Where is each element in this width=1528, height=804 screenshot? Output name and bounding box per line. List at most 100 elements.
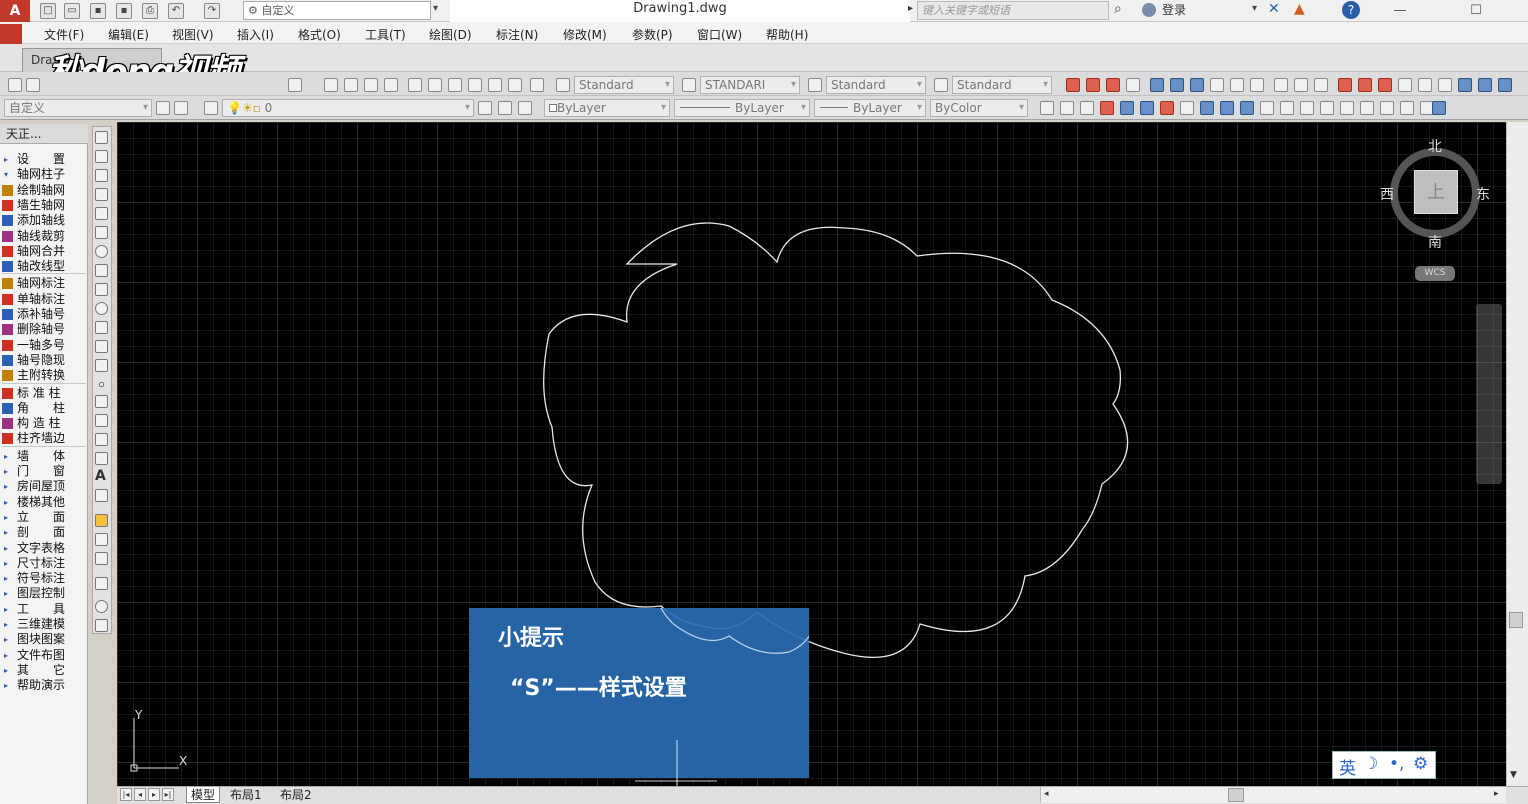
menu-draw[interactable]: 绘图(D) [429,26,472,43]
palette-item[interactable]: ▸ 符号标注 [0,571,88,586]
next-layout-icon[interactable]: ▸ [148,788,160,801]
sheet-set-icon[interactable] [468,78,482,92]
table-style-select[interactable]: Standard [826,76,926,94]
tz-flag-icon[interactable] [1360,101,1374,115]
multileader-style-select[interactable]: Standard [952,76,1052,94]
menu-file[interactable]: 文件(F) [44,26,84,43]
palette-item[interactable]: ▸ 剖 面 [0,525,88,540]
line-icon[interactable] [95,131,108,144]
construction-line-icon[interactable] [95,150,108,163]
tz-3d-icon[interactable] [1060,101,1074,115]
palette-item[interactable]: 轴改线型 [0,259,88,274]
lineweight-select[interactable]: ByLayer [814,99,926,117]
palette-item[interactable]: 标 准 柱 [0,386,88,401]
palette-item[interactable]: 构 造 柱 [0,416,88,431]
palette-item[interactable]: ▸ 墙 体 [0,449,88,464]
make-current-layer-icon[interactable] [478,101,492,115]
layer-isolate-icon[interactable] [518,101,532,115]
tz-section-icon[interactable] [1438,78,1452,92]
tz-sheet-icon[interactable] [1340,101,1354,115]
tz-column-icon[interactable] [1106,78,1120,92]
workspace-select[interactable]: ⚙ 自定义 [243,1,431,20]
tz-wall-icon[interactable] [1150,78,1164,92]
properties-icon[interactable] [408,78,422,92]
tz-stair-icon[interactable] [1210,78,1224,92]
text-style-select[interactable]: Standard [574,76,674,94]
zoom-realtime-icon[interactable] [344,78,358,92]
compass-east[interactable]: 东 [1476,184,1490,204]
menu-dimension[interactable]: 标注(N) [496,26,538,43]
design-center-icon[interactable] [428,78,442,92]
menu-modify[interactable]: 修改(M) [563,26,607,43]
palette-item[interactable]: ▸ 楼梯其他 [0,495,88,510]
workspace-save-icon[interactable] [174,101,188,115]
arc-icon[interactable] [95,226,108,239]
palette-item[interactable]: 主附转换 [0,368,88,383]
tz-wall2-icon[interactable] [1140,101,1154,115]
insert-block-icon[interactable] [95,340,108,353]
navigation-bar[interactable] [1476,304,1502,484]
login-dropdown-icon[interactable]: ▾ [1252,3,1257,14]
tz-elevator-icon[interactable] [1220,101,1234,115]
tz-roof-icon[interactable] [1250,78,1264,92]
palette-item[interactable]: ▸ 房间屋顶 [0,479,88,494]
palette-header[interactable]: 天正... [0,124,88,144]
palette-item[interactable]: ▸ 图块图案 [0,632,88,647]
palette-item[interactable]: 角 柱 [0,401,88,416]
modify-icon-3[interactable] [95,552,108,565]
spline-icon[interactable] [95,283,108,296]
palette-item[interactable]: 轴线裁剪 [0,229,88,244]
compass-west[interactable]: 西 [1380,184,1394,204]
palette-item[interactable]: ▸ 工 具 [0,602,88,617]
menu-help[interactable]: 帮助(H) [766,26,808,43]
menu-view[interactable]: 视图(V) [172,26,214,43]
palette-item[interactable]: ▸ 三维建模 [0,617,88,632]
tz-arrow-icon[interactable] [1380,101,1394,115]
help-icon[interactable]: ? [1342,1,1360,19]
palette-item[interactable]: 轴网标注 [0,276,88,291]
exchange-icon[interactable]: ✕ [1268,1,1280,17]
palette-item[interactable]: ▸ 帮助演示 [0,678,88,693]
menu-app-icon[interactable] [0,24,22,44]
drawing-canvas[interactable]: Y X [117,122,1506,786]
layer-previous-icon[interactable] [498,101,512,115]
redo-icon[interactable]: ↷ [204,3,220,19]
horizontal-scroll-thumb[interactable] [1228,788,1244,802]
polygon-icon[interactable] [95,188,108,201]
text-style-icon[interactable] [556,78,570,92]
palette-item[interactable]: ▸ 立 面 [0,510,88,525]
ellipse-icon[interactable] [95,302,108,315]
color-select[interactable]: ByLayer [544,99,670,117]
tb-open-icon[interactable] [26,78,40,92]
palette-item[interactable]: 柱齐墙边 [0,431,88,446]
tz-copy-icon[interactable] [1498,78,1512,92]
tz-room2-icon[interactable] [1240,101,1254,115]
tz-elevation-icon[interactable] [1418,78,1432,92]
revision-cloud-icon[interactable] [95,264,108,277]
tz-door-icon[interactable] [1190,78,1204,92]
tz-window2-icon[interactable] [1180,101,1194,115]
revision-cloud[interactable] [543,222,1129,658]
viewcube-top-face[interactable]: 上 [1414,170,1458,214]
scroll-right-icon[interactable]: ▸ [1494,789,1499,799]
tz-dim-arc-icon[interactable] [1398,78,1412,92]
palette-item[interactable]: ▸ 文字表格 [0,541,88,556]
tz-tool-icon[interactable] [1126,78,1140,92]
menu-tools[interactable]: 工具(T) [365,26,406,43]
plotstyle-select[interactable]: ByColor [930,99,1028,117]
tab-layout1[interactable]: 布局1 [226,787,266,803]
region-icon[interactable] [95,433,108,446]
layer-select[interactable]: 💡☀▫ 0 [222,99,474,117]
moon-icon[interactable]: ☽ [1363,754,1378,774]
tz-object-icon[interactable] [1080,101,1094,115]
tz-block-icon[interactable] [1320,101,1334,115]
prev-layout-icon[interactable]: ◂ [134,788,146,801]
palette-item[interactable]: 一轴多号 [0,338,88,353]
palette-item[interactable]: 删除轴号 [0,322,88,337]
minimize-button[interactable]: — [1380,0,1420,22]
modify-icon-4[interactable] [95,577,108,590]
wcs-menu[interactable]: WCS [1415,266,1455,281]
workspace-combo[interactable]: 自定义 [4,99,152,117]
tool-palettes-icon[interactable] [448,78,462,92]
palette-item[interactable]: 绘制轴网 [0,183,88,198]
